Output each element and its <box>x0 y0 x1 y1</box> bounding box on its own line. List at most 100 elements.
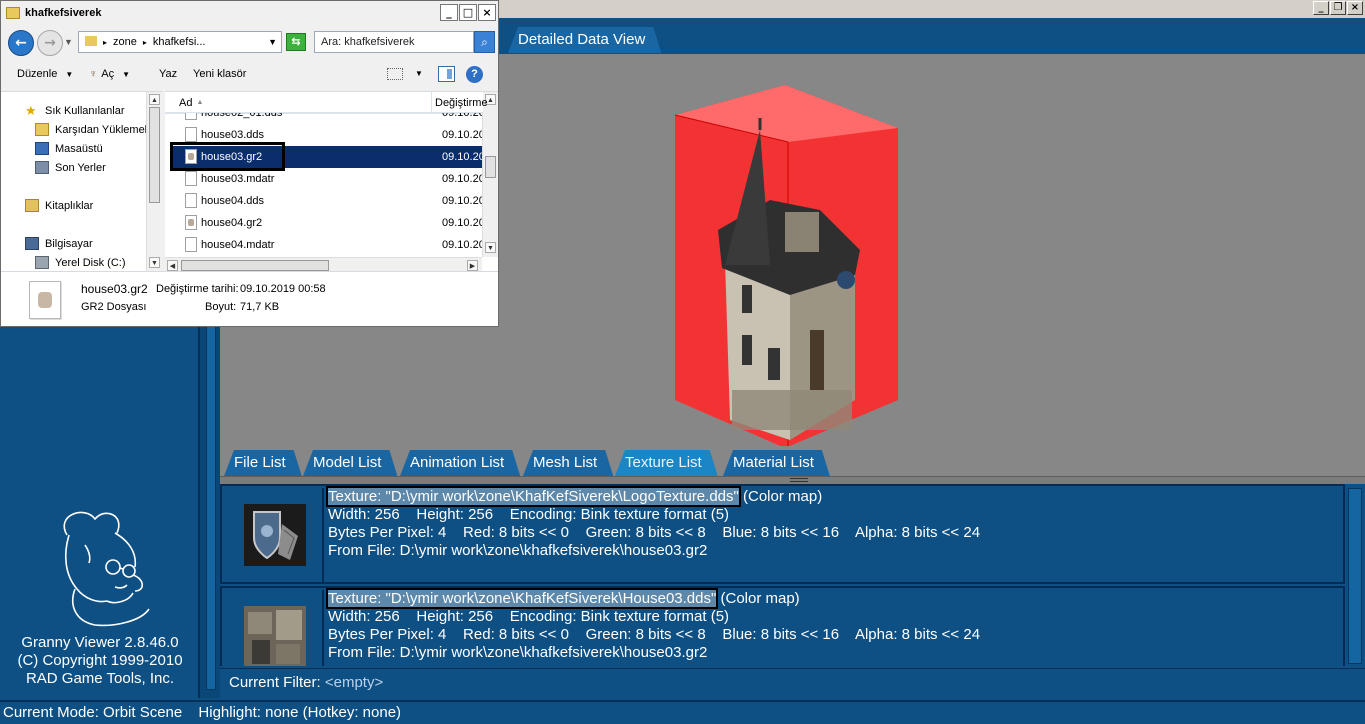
mdi-window-controls: _ ❐ × <box>1313 1 1363 15</box>
tab-animation-list[interactable]: Animation List <box>400 450 520 476</box>
splitter-grip-icon[interactable] <box>790 478 808 482</box>
help-icon[interactable]: ? <box>466 66 483 83</box>
nav-item-recent-places[interactable]: Son Yerler <box>35 161 106 174</box>
details-modified-label: Değiştirme tarihi: <box>156 283 239 295</box>
tab-file-list[interactable]: File List <box>224 450 302 476</box>
filter-value[interactable]: <empty> <box>325 674 383 691</box>
tab-mesh-list[interactable]: Mesh List <box>523 450 613 476</box>
nav-item-computer[interactable]: Bilgisayar <box>25 237 93 250</box>
maximize-button[interactable]: □ <box>459 4 477 21</box>
mdi-minimize-button[interactable]: _ <box>1313 1 1329 15</box>
new-folder-button[interactable]: Yeni klasör <box>193 68 246 80</box>
scroll-down-icon[interactable]: ▼ <box>485 242 496 253</box>
nav-item-libraries[interactable]: Kitaplıklar <box>25 199 93 212</box>
tab-model-list[interactable]: Model List <box>303 450 397 476</box>
sort-ascending-icon: ▲ <box>196 99 204 106</box>
credits-company: RAD Game Tools, Inc. <box>25 670 175 687</box>
nav-item-desktop[interactable]: Masaüstü <box>35 142 103 155</box>
history-dropdown-icon[interactable]: ▼ <box>64 37 73 47</box>
explorer-title-bar[interactable]: khafkefsiverek _ □ × <box>1 1 498 27</box>
nav-label: Masaüstü <box>55 142 103 155</box>
file-name: house04.dds <box>201 195 264 207</box>
texture-dimensions: Width: 256 Height: 256 Encoding: Bink te… <box>328 506 730 523</box>
texture-list-scrollbar[interactable] <box>1346 484 1365 666</box>
organize-label: Düzenle <box>17 68 58 80</box>
house-texture-thumbnail <box>244 606 306 666</box>
mdi-close-button[interactable]: × <box>1347 1 1363 15</box>
open-icon: ♆ <box>89 68 98 80</box>
breadcrumb-khafkefsi[interactable]: khafkefsi... <box>153 36 206 48</box>
nav-label: Karşıdan Yüklemeler <box>55 123 157 136</box>
back-arrow-icon[interactable]: ← <box>8 30 34 56</box>
nav-pane-scrollbar[interactable]: ▲ ▼ <box>146 92 162 272</box>
nav-item-favorites[interactable]: ★ Sık Kullanılanlar <box>25 104 125 117</box>
house-model-render <box>674 85 898 448</box>
view-options-icon[interactable] <box>387 68 403 80</box>
credits-copyright: (C) Copyright 1999-2010 <box>17 652 183 669</box>
search-input[interactable]: Ara: khafkefsiverek <box>314 31 474 53</box>
status-bar: Current Mode: Orbit Scene Highlight: non… <box>0 700 1365 724</box>
forward-arrow-icon[interactable]: → <box>37 30 63 56</box>
view-dropdown-icon[interactable]: ▼ <box>415 69 423 78</box>
list-item[interactable]: Texture: "D:\ymir work\zone\KhafKefSiver… <box>220 586 1345 666</box>
breadcrumb[interactable]: ▸ zone ▸ khafkefsi... ▼ <box>78 31 282 53</box>
texture-source-file: From File: D:\ymir work\zone\khafkefsive… <box>328 644 708 661</box>
texture-bits: Bytes Per Pixel: 4 Red: 8 bits << 0 Gree… <box>328 626 981 643</box>
nav-label: Yerel Disk (C:) <box>55 256 126 269</box>
organize-button[interactable]: Düzenle ▼ <box>17 68 73 80</box>
scroll-right-icon[interactable]: ▶ <box>467 260 478 271</box>
minimize-button[interactable]: _ <box>440 4 458 21</box>
texture-dimensions: Width: 256 Height: 256 Encoding: Bink te… <box>328 608 730 625</box>
scroll-left-icon[interactable]: ◀ <box>167 260 178 271</box>
file-row[interactable]: house04.mdatr 09.10.2019 <box>171 234 497 256</box>
explorer-window-controls: _ □ × <box>440 4 496 21</box>
scrollbar-thumb[interactable] <box>181 260 329 271</box>
tab-detailed-data-view[interactable]: Detailed Data View <box>508 27 661 53</box>
scrollbar-thumb[interactable] <box>485 156 496 178</box>
search-icon[interactable]: ⌕ <box>474 31 495 53</box>
nav-item-local-disk[interactable]: Yerel Disk (C:) <box>35 256 126 269</box>
breadcrumb-zone[interactable]: zone <box>113 36 137 48</box>
list-tabs-row: File List Model List Animation List Mesh… <box>220 446 1365 476</box>
column-name[interactable]: Ad▲ <box>179 97 203 109</box>
libraries-icon <box>25 199 39 212</box>
open-button[interactable]: ♆ Aç ▼ <box>89 68 130 80</box>
nav-item-downloads[interactable]: Karşıdan Yüklemeler <box>35 123 157 136</box>
gr2-file-large-icon <box>29 281 61 319</box>
scrollbar-thumb[interactable] <box>149 107 160 203</box>
file-row[interactable]: house03.mdatr 09.10.2019 <box>171 168 497 190</box>
breadcrumb-dropdown-icon[interactable]: ▼ <box>268 32 277 52</box>
status-mode: Current Mode: Orbit Scene <box>3 704 183 721</box>
credits-version: Granny Viewer 2.8.46.0 <box>21 634 179 651</box>
local-disk-icon <box>35 256 49 269</box>
file-list-vscrollbar[interactable]: ▲ ▼ <box>482 92 498 257</box>
file-row[interactable]: house04.gr2 09.10.2019 <box>171 212 497 234</box>
refresh-icon[interactable]: ⇆ <box>286 33 306 51</box>
details-modified-value: 09.10.2019 00:58 <box>240 283 326 295</box>
filter-label: Current Filter: <box>229 674 321 691</box>
preview-pane-icon[interactable] <box>438 66 455 82</box>
scroll-down-icon[interactable]: ▼ <box>149 257 160 268</box>
tab-material-list[interactable]: Material List <box>723 450 830 476</box>
mdi-restore-button[interactable]: ❐ <box>1330 1 1346 15</box>
texture-info: Texture: "D:\ymir work\zone\KhafKefSiver… <box>325 588 981 662</box>
texture-thumbnail-cell <box>224 590 324 666</box>
scrollbar-track[interactable] <box>1348 488 1362 664</box>
computer-icon <box>25 237 39 250</box>
tab-texture-list[interactable]: Texture List <box>615 450 718 476</box>
nav-label: Bilgisayar <box>45 237 93 250</box>
nav-label: Kitaplıklar <box>45 199 94 212</box>
gr2-file-icon <box>185 215 197 230</box>
status-highlight: Highlight: none (Hotkey: none) <box>198 704 402 721</box>
close-button[interactable]: × <box>478 4 496 21</box>
list-item[interactable]: Texture: "D:\ymir work\zone\KhafKefSiver… <box>220 484 1345 584</box>
burn-button[interactable]: Yaz <box>159 68 177 80</box>
file-name: house04.gr2 <box>201 217 263 229</box>
column-modified[interactable]: Değiştirme <box>435 97 488 109</box>
texture-source-file: From File: D:\ymir work\zone\khafkefsive… <box>328 542 708 559</box>
texture-map-type: (Color map) <box>743 488 823 505</box>
logo-texture-thumbnail <box>244 504 306 566</box>
file-list-hscrollbar[interactable]: ◀ ▶ <box>165 257 482 271</box>
scroll-up-icon[interactable]: ▲ <box>149 94 160 105</box>
file-row[interactable]: house04.dds 09.10.2019 <box>171 190 497 212</box>
